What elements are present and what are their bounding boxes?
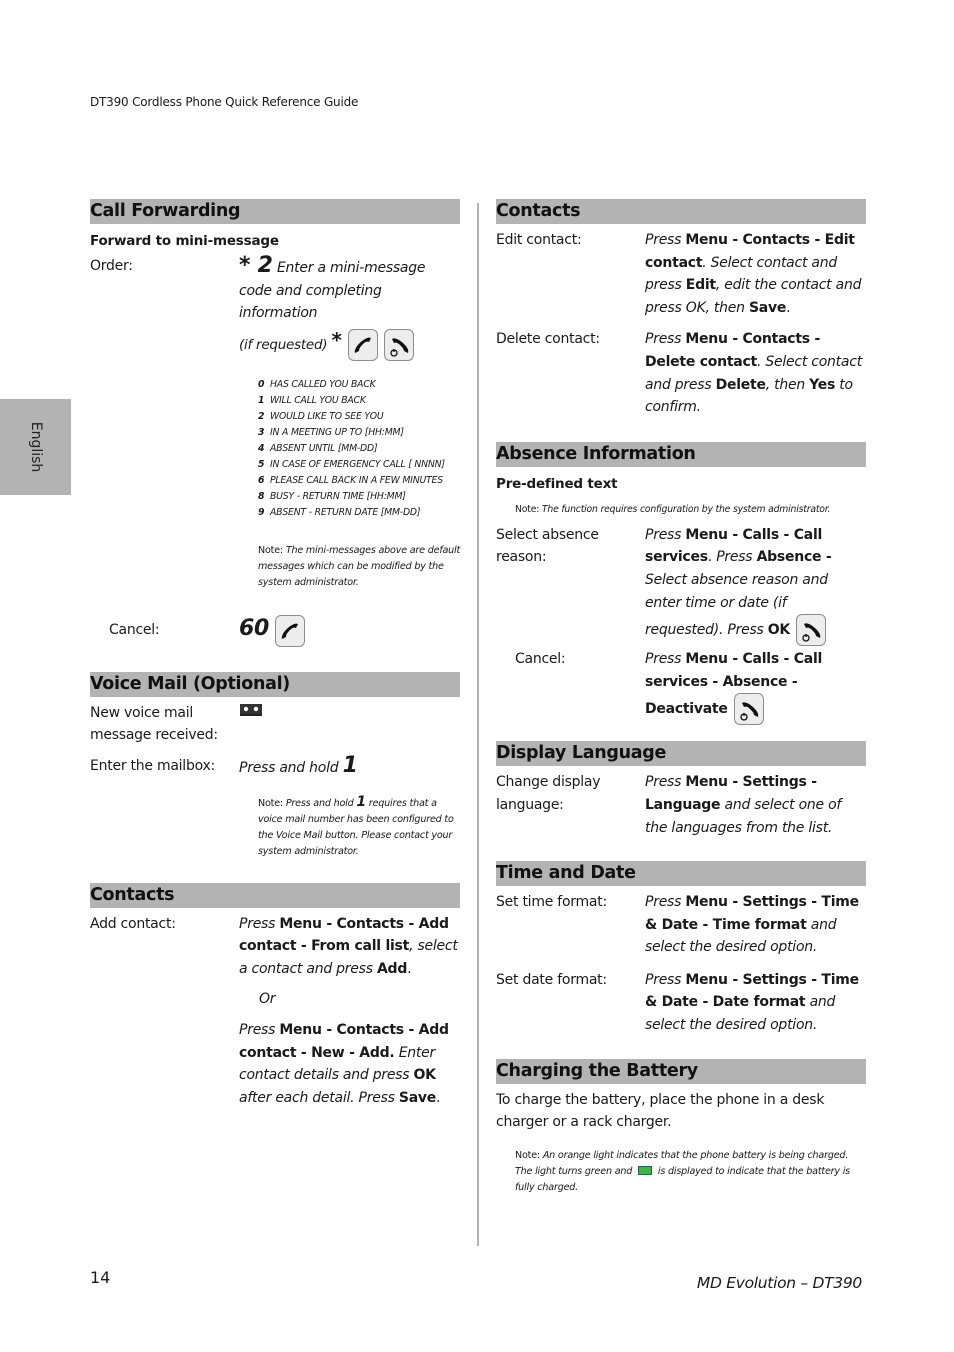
date-format-instructions: Press Menu - Settings - Time & Date - Da… [645, 971, 859, 1034]
mini-message-item: 2 WOULD LIKE TO SEE YOU [258, 410, 384, 422]
mini-message-list: 0 HAS CALLED YOU BACK 1 WILL CALL YOU BACK… [258, 377, 460, 521]
new-voicemail-label: New voice mail message received: [90, 704, 218, 744]
page-number: 14 [90, 1268, 111, 1287]
absence-note: Note: The function requires configuratio… [515, 503, 831, 515]
section-title-contacts-right: Contacts [496, 199, 866, 224]
mini-message-item: 3 IN A MEETING UP TO [HH:MM] [258, 426, 404, 438]
section-title-time-date: Time and Date [496, 861, 866, 887]
order-instructions: * 2 Enter a mini-message code and comple… [239, 253, 460, 361]
enter-mailbox-row: Enter the mailbox: Press and hold 1 [90, 752, 460, 780]
time-format-row: Set time format: Press Menu - Settings -… [496, 891, 866, 959]
select-absence-instructions: Press Menu - Calls - Call services. Pres… [645, 524, 866, 647]
section-title-voice-mail: Voice Mail (Optional) [90, 671, 460, 697]
mini-message-item: 4 ABSENT UNTIL [MM-DD] [258, 442, 378, 454]
add-contact-label: Add contact: [90, 915, 176, 932]
footer-product-title: MD Evolution – DT390 [696, 1274, 862, 1292]
cancel-absence-label: Cancel: [515, 651, 566, 668]
mini-message-item: 8 BUSY - RETURN TIME [HH:MM] [258, 490, 406, 502]
delete-contact-instructions: Press Menu - Contacts - Delete contact. … [645, 331, 862, 416]
end-call-key-icon [384, 328, 415, 361]
change-language-instructions: Press Menu - Settings - Language and sel… [645, 774, 842, 836]
add-contact-instructions: Press Menu - Contacts - Add contact - Fr… [239, 913, 460, 1110]
document-header: DT390 Cordless Phone Quick Reference Gui… [90, 95, 359, 109]
mini-message-item: 5 IN CASE OF EMERGENCY CALL [ NNNN] [258, 458, 445, 470]
cancel-label: Cancel: [109, 622, 160, 639]
language-tab-label: English [27, 421, 44, 473]
section-title-display-language: Display Language [496, 741, 866, 767]
section-title-contacts-left: Contacts [90, 882, 460, 908]
date-format-label: Set date format: [496, 971, 607, 988]
add-contact-row: Add contact: Press Menu - Contacts - Add… [90, 913, 460, 1110]
battery-note: Note: An orange light indicates that the… [515, 1149, 850, 1193]
section-title-battery: Charging the Battery [496, 1058, 866, 1084]
call-key-icon [347, 328, 378, 361]
order-text-requested: (if requested) [239, 336, 328, 353]
end-call-key-icon [733, 693, 764, 726]
section-title-absence: Absence Information [496, 441, 866, 467]
end-call-key-icon [796, 614, 827, 647]
mini-message-item: 1 WILL CALL YOU BACK [258, 394, 366, 406]
or-separator: Or [259, 991, 276, 1008]
time-format-instructions: Press Menu - Settings - Time & Date - Ti… [645, 894, 859, 956]
mailbox-key: 1 [342, 752, 358, 778]
cancel-key: 60 [239, 615, 270, 641]
order-key: * 2 [239, 253, 273, 278]
section-title-call-forwarding: Call Forwarding [90, 199, 460, 224]
new-voicemail-row: New voice mail message received: [90, 702, 460, 747]
add-contact-new: Press Menu - Contacts - Add contact - Ne… [239, 1021, 449, 1106]
cancel-absence-instructions: Press Menu - Calls - Call services - Abs… [645, 648, 866, 726]
battery-full-icon [638, 1166, 652, 1176]
change-language-label: Change display language: [496, 774, 601, 813]
edit-contact-instructions: Press Menu - Contacts - Edit contact. Se… [645, 232, 862, 316]
add-contact-from-call-list: Press Menu - Contacts - Add contact - Fr… [239, 915, 458, 977]
mini-message-note: Note: The mini-messages above are defaul… [258, 544, 461, 588]
order-star: * [331, 327, 342, 352]
call-key-icon [275, 614, 306, 647]
edit-contact-label: Edit contact: [496, 232, 582, 248]
subtitle-predefined-text: Pre-defined text [496, 475, 618, 492]
select-absence-row: Select absence reason: Press Menu - Call… [496, 524, 866, 647]
order-row: Order: * 2 Enter a mini-message code and… [90, 253, 460, 361]
cancel-instructions: 60 [239, 614, 460, 647]
voicemail-icon [239, 702, 263, 725]
right-column: Contacts Edit contact: Press Menu - Cont… [496, 199, 866, 1196]
mini-message-item: 9 ABSENT - RETURN DATE [MM-DD] [258, 506, 421, 518]
cancel-absence-row: Cancel: Press Menu - Calls - Call servic… [496, 648, 866, 726]
mini-message-item: 6 PLEASE CALL BACK IN A FEW MINUTES [258, 474, 443, 486]
date-format-row: Set date format: Press Menu - Settings -… [496, 969, 866, 1037]
cancel-row: Cancel: 60 [90, 614, 460, 647]
language-tab: English [0, 399, 71, 495]
edit-contact-row: Edit contact: Press Menu - Contacts - Ed… [496, 229, 866, 319]
battery-text: To charge the battery, place the phone i… [496, 1091, 825, 1131]
column-divider [477, 203, 479, 1246]
select-absence-label: Select absence reason: [496, 526, 599, 566]
left-column: Call Forwarding Forward to mini-message … [90, 199, 460, 1109]
enter-mailbox-label: Enter the mailbox: [90, 757, 215, 774]
subtitle-forward-mini-message: Forward to mini-message [90, 233, 279, 249]
mini-message-item: 0 HAS CALLED YOU BACK [258, 378, 376, 390]
order-label: Order: [90, 258, 133, 274]
enter-mailbox-text: Press and hold [239, 759, 339, 776]
time-format-label: Set time format: [496, 894, 607, 911]
voicemail-note: Note: Press and hold 1 requires that a v… [258, 793, 454, 857]
delete-contact-label: Delete contact: [496, 331, 600, 348]
delete-contact-row: Delete contact: Press Menu - Contacts - … [496, 328, 866, 418]
change-language-row: Change display language: Press Menu - Se… [496, 771, 866, 839]
